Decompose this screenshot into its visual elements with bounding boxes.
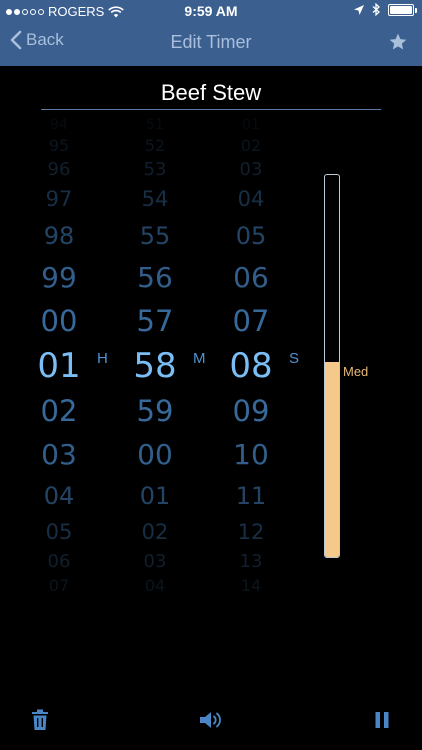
minutes-option[interactable]: 55: [115, 216, 195, 256]
seconds-option[interactable]: 07: [211, 299, 291, 343]
star-icon: [389, 33, 407, 50]
hours-option[interactable]: 97: [19, 183, 99, 216]
hours-unit-label: H: [97, 350, 108, 367]
seconds-unit-label: S: [289, 350, 300, 367]
delete-button[interactable]: [26, 706, 54, 734]
seconds-option[interactable]: 09: [211, 389, 291, 433]
status-right: [354, 3, 417, 16]
minutes-option[interactable]: 59: [115, 389, 195, 433]
minutes-option[interactable]: 57: [115, 299, 195, 343]
seconds-option[interactable]: 12: [211, 516, 291, 549]
speaker-icon: [200, 712, 221, 728]
bluetooth-icon: [372, 3, 380, 16]
heat-level-slider[interactable]: [324, 174, 340, 558]
seconds-option[interactable]: 01: [211, 115, 291, 135]
battery-fill: [390, 5, 412, 14]
trash-icon: [32, 709, 48, 730]
minutes-option[interactable]: 53: [115, 157, 195, 183]
sound-button[interactable]: [197, 706, 225, 734]
hours-option[interactable]: 98: [19, 216, 99, 256]
hours-option[interactable]: 94: [19, 115, 99, 135]
seconds-picker[interactable]: 01 02 03 04 05 06 07 08 09 10 11 12 13 14: [211, 115, 291, 597]
location-arrow-icon: [354, 4, 364, 15]
timer-name-underline: [41, 109, 381, 110]
minutes-option[interactable]: 52: [115, 135, 195, 157]
minutes-option[interactable]: 03: [115, 549, 195, 575]
hours-option[interactable]: 05: [19, 516, 99, 549]
minutes-option[interactable]: 54: [115, 183, 195, 216]
heat-level-label: Med: [343, 364, 369, 379]
seconds-option[interactable]: 11: [211, 476, 291, 516]
timer-name-field[interactable]: Beef Stew: [41, 80, 381, 106]
minutes-selected-value[interactable]: 58: [115, 343, 195, 389]
seconds-option[interactable]: 06: [211, 256, 291, 299]
pause-icon: [375, 712, 389, 728]
hours-option[interactable]: 04: [19, 476, 99, 516]
pause-button[interactable]: [368, 706, 396, 734]
seconds-option[interactable]: 10: [211, 433, 291, 476]
favorite-button[interactable]: [388, 32, 408, 57]
battery-icon: [388, 3, 417, 16]
minutes-option[interactable]: 51: [115, 115, 195, 135]
hours-option[interactable]: 02: [19, 389, 99, 433]
minutes-option[interactable]: 01: [115, 476, 195, 516]
status-bar: ROGERS 9:59 AM: [0, 0, 422, 22]
page-title: Edit Timer: [170, 32, 252, 52]
seconds-option[interactable]: 14: [211, 575, 291, 597]
heat-level-fill: [325, 362, 339, 557]
top-bar: ROGERS 9:59 AM Back Edit Timer: [0, 0, 422, 66]
minutes-option[interactable]: 00: [115, 433, 195, 476]
hours-option[interactable]: 95: [19, 135, 99, 157]
hours-option[interactable]: 99: [19, 256, 99, 299]
minutes-unit-label: M: [193, 350, 206, 367]
hours-option[interactable]: 06: [19, 549, 99, 575]
hours-picker[interactable]: 94 95 96 97 98 99 00 01 02 03 04 05 06 07: [19, 115, 99, 597]
seconds-selected-value[interactable]: 08: [211, 343, 291, 389]
minutes-picker[interactable]: 51 52 53 54 55 56 57 58 59 00 01 02 03 04: [115, 115, 195, 597]
minutes-option[interactable]: 04: [115, 575, 195, 597]
hours-option[interactable]: 03: [19, 433, 99, 476]
seconds-option[interactable]: 04: [211, 183, 291, 216]
seconds-option[interactable]: 13: [211, 549, 291, 575]
navigation-bar: Back Edit Timer: [0, 22, 422, 66]
hours-option[interactable]: 96: [19, 157, 99, 183]
minutes-option[interactable]: 02: [115, 516, 195, 549]
hours-option[interactable]: 00: [19, 299, 99, 343]
seconds-option[interactable]: 03: [211, 157, 291, 183]
seconds-option[interactable]: 02: [211, 135, 291, 157]
hours-selected-value[interactable]: 01: [19, 343, 99, 389]
minutes-option[interactable]: 56: [115, 256, 195, 299]
hours-option[interactable]: 07: [19, 575, 99, 597]
seconds-option[interactable]: 05: [211, 216, 291, 256]
